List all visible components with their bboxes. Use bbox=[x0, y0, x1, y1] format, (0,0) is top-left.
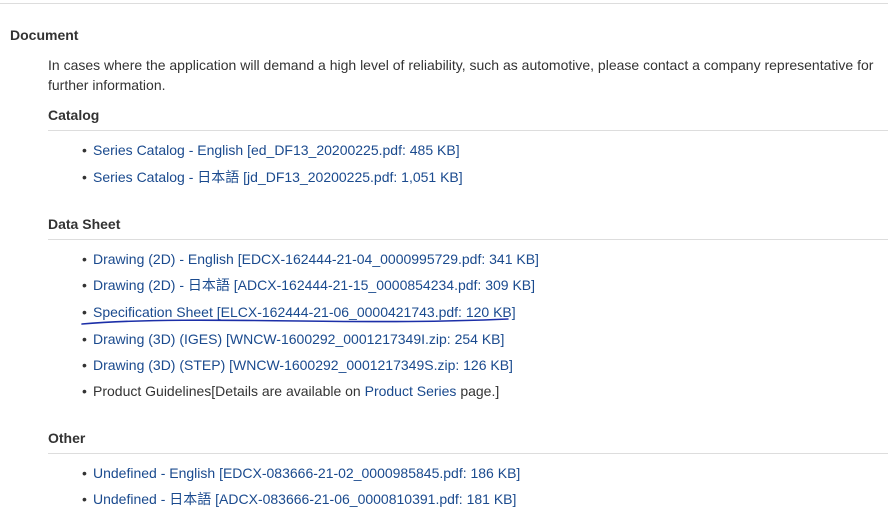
top-divider bbox=[0, 3, 888, 4]
product-guidelines-text: Product Guidelines[Details are available… bbox=[93, 383, 365, 399]
hand-drawn-underline bbox=[81, 318, 509, 325]
drawing-2d-japanese-link[interactable]: Drawing (2D) - 日本語 [ADCX-162444-21-15_00… bbox=[93, 277, 535, 293]
drawing-3d-step-link[interactable]: Drawing (3D) (STEP) [WNCW-1600292_000121… bbox=[93, 357, 513, 373]
catalog-divider bbox=[48, 130, 888, 131]
list-item: • Undefined - English [EDCX-083666-21-02_… bbox=[82, 464, 520, 482]
other-heading: Other bbox=[48, 430, 86, 446]
bullet-icon: • bbox=[82, 142, 87, 158]
product-series-link[interactable]: Product Series bbox=[365, 383, 457, 399]
bullet-icon: • bbox=[82, 357, 87, 373]
other-divider bbox=[48, 453, 888, 454]
document-heading: Document bbox=[10, 27, 79, 43]
list-item: • Drawing (2D) - 日本語 [ADCX-162444-21-15_0… bbox=[82, 276, 535, 294]
bullet-icon: • bbox=[82, 251, 87, 267]
list-item: • Product Guidelines[Details are availabl… bbox=[82, 382, 499, 400]
list-item: • Drawing (2D) - English [EDCX-162444-21-… bbox=[82, 250, 539, 268]
bullet-icon: • bbox=[82, 383, 87, 399]
undefined-japanese-link[interactable]: Undefined - 日本語 [ADCX-083666-21-06_00008… bbox=[93, 491, 516, 507]
series-catalog-english-link[interactable]: Series Catalog - English [ed_DF13_202002… bbox=[93, 142, 460, 158]
list-item: • Drawing (3D) (IGES) [WNCW-1600292_00012… bbox=[82, 330, 504, 348]
bullet-icon: • bbox=[82, 465, 87, 481]
data-sheet-divider bbox=[48, 239, 888, 240]
bullet-icon: • bbox=[82, 169, 87, 185]
drawing-3d-iges-link[interactable]: Drawing (3D) (IGES) [WNCW-1600292_000121… bbox=[93, 331, 504, 347]
bullet-icon: • bbox=[82, 331, 87, 347]
data-sheet-heading: Data Sheet bbox=[48, 216, 121, 232]
catalog-heading: Catalog bbox=[48, 107, 100, 123]
reliability-notice: In cases where the application will dema… bbox=[48, 57, 874, 93]
list-item: • Drawing (3D) (STEP) [WNCW-1600292_00012… bbox=[82, 356, 513, 374]
list-item: • Series Catalog - English [ed_DF13_20200… bbox=[82, 141, 460, 159]
bullet-icon: • bbox=[82, 491, 87, 507]
undefined-english-link[interactable]: Undefined - English [EDCX-083666-21-02_0… bbox=[93, 465, 520, 481]
bullet-icon: • bbox=[82, 277, 87, 293]
product-guidelines-suffix: page.] bbox=[456, 383, 500, 399]
list-item: • Series Catalog - 日本語 [jd_DF13_20200225.… bbox=[82, 168, 463, 186]
drawing-2d-english-link[interactable]: Drawing (2D) - English [EDCX-162444-21-0… bbox=[93, 251, 539, 267]
series-catalog-japanese-link[interactable]: Series Catalog - 日本語 [jd_DF13_20200225.p… bbox=[93, 169, 463, 185]
list-item: • Undefined - 日本語 [ADCX-083666-21-06_0000… bbox=[82, 490, 516, 508]
